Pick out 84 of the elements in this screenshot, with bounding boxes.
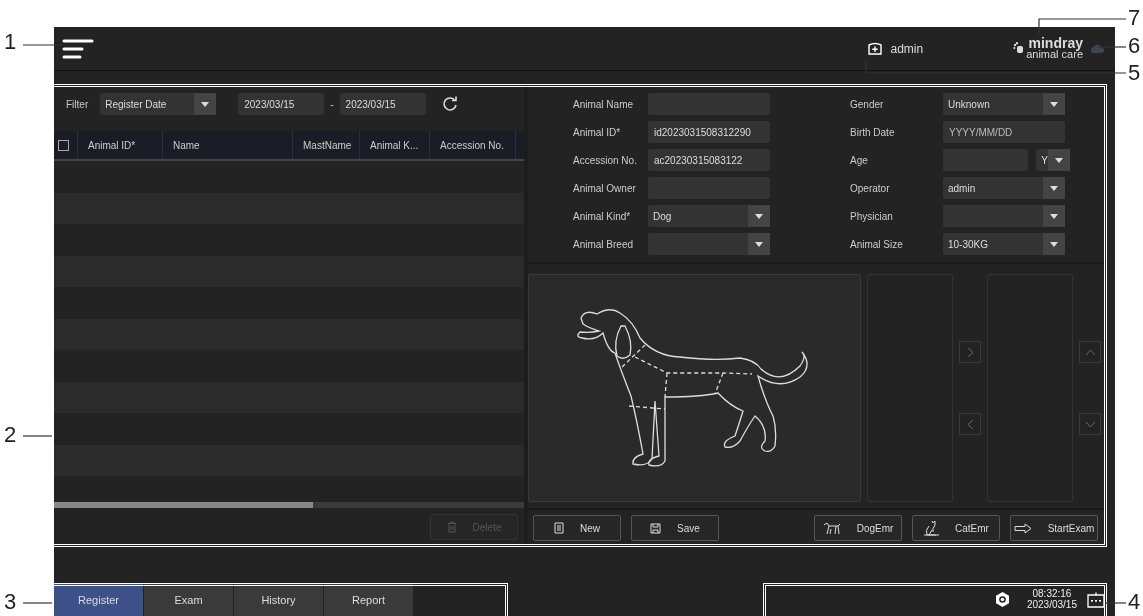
field-label: Birth Date [850, 126, 896, 138]
leader-line [1097, 46, 1127, 48]
settings-icon[interactable] [993, 591, 1011, 608]
caret-icon [1048, 149, 1070, 171]
chevron-down-icon [1084, 420, 1096, 428]
field-label: Animal Name [573, 98, 635, 110]
next-button[interactable] [959, 341, 981, 363]
callout-number: 7 [1128, 7, 1141, 29]
column-header[interactable]: Animal K... [359, 131, 429, 159]
caret-icon [1043, 93, 1065, 115]
date-separator: - [330, 98, 334, 110]
field-label: Animal Breed [573, 238, 635, 250]
leader-line [1105, 602, 1127, 604]
cat-emergency-button[interactable]: CatEmr [912, 515, 1000, 541]
cat-icon [923, 520, 940, 536]
start-exam-button[interactable]: StartExam [1010, 515, 1098, 541]
dropdown-field[interactable]: admin [943, 177, 1065, 199]
callout-number: 4 [1128, 591, 1141, 613]
caret-icon [1043, 177, 1065, 199]
field-label: Animal Size [850, 238, 904, 250]
arrow-right-icon [1013, 522, 1032, 534]
date-field[interactable]: 2023/03/15 [238, 93, 325, 115]
field-label: Gender [850, 98, 885, 110]
leader-line [22, 44, 63, 46]
caret-icon [1043, 233, 1065, 255]
clock-date: 2023/03/15 [1026, 599, 1077, 610]
field-label: Physician [850, 210, 894, 222]
cloud-icon [1091, 44, 1105, 53]
chevron-right-icon [966, 346, 974, 358]
date-field[interactable]: 2023/03/15 [339, 93, 426, 115]
callout-number: 6 [1128, 35, 1141, 57]
dropdown-field[interactable]: 10-30KG [943, 233, 1065, 255]
field-label: Animal ID* [573, 126, 622, 138]
select-all-checkbox[interactable] [58, 139, 69, 151]
paw-icon [1013, 42, 1025, 55]
leader-line [22, 435, 53, 437]
field-label: Animal Owner [573, 182, 637, 194]
input-field[interactable]: id2023031508312290 [648, 121, 770, 143]
horizontal-scrollbar[interactable] [54, 502, 524, 508]
unit-dropdown[interactable]: Y [1036, 149, 1070, 171]
column-header[interactable]: Animal ID* [77, 131, 162, 159]
chevron-up-icon [1084, 348, 1096, 356]
previous-button[interactable] [959, 413, 981, 435]
column-header[interactable]: Accession No. [429, 131, 515, 159]
dropdown-field[interactable]: Unknown [943, 93, 1065, 115]
clock-time: 08:32:16 [1032, 589, 1072, 600]
caret-icon [748, 205, 770, 227]
document-icon [554, 522, 564, 534]
keyboard-icon[interactable] [1087, 591, 1105, 608]
caret-icon [194, 93, 217, 115]
callout-number: 5 [1128, 62, 1141, 84]
input-field[interactable]: YYYY/MM/DD [943, 121, 1065, 143]
callout-number: 2 [4, 424, 17, 446]
field-label: Operator [850, 182, 891, 194]
callout-number: 3 [4, 591, 17, 613]
caret-icon [748, 233, 770, 255]
scroll-down-button[interactable] [1079, 413, 1101, 435]
refresh-icon[interactable] [441, 96, 458, 112]
field-label: Accession No. [573, 154, 638, 166]
chevron-left-icon [966, 418, 974, 430]
patient-card-icon[interactable] [868, 42, 883, 55]
new-button[interactable]: New [533, 515, 621, 541]
dropdown-field[interactable] [648, 233, 770, 255]
dog-emergency-button[interactable]: DogEmr [814, 515, 902, 541]
save-icon [650, 522, 662, 534]
save-button[interactable]: Save [631, 515, 719, 541]
dog-icon [822, 521, 841, 535]
callout-number: 1 [4, 31, 17, 53]
user-name: admin [890, 41, 924, 56]
scroll-up-button[interactable] [1079, 341, 1101, 363]
dropdown-field[interactable]: Dog [648, 205, 770, 227]
trash-icon [446, 521, 457, 533]
field-label: Animal Kind* [573, 210, 632, 222]
caret-icon [1043, 205, 1065, 227]
field-label: Age [850, 154, 869, 166]
filter-label: Filter [66, 98, 89, 110]
column-header[interactable]: MastName [292, 131, 359, 159]
menu-icon[interactable] [62, 38, 94, 59]
dropdown-field[interactable] [943, 205, 1065, 227]
input-field[interactable]: ac20230315083122 [648, 149, 770, 171]
leader-line [22, 602, 53, 604]
filter-dropdown[interactable]: Register Date [100, 93, 217, 115]
logo-text: mindray [1028, 37, 1083, 50]
column-header[interactable]: Name [162, 131, 292, 159]
